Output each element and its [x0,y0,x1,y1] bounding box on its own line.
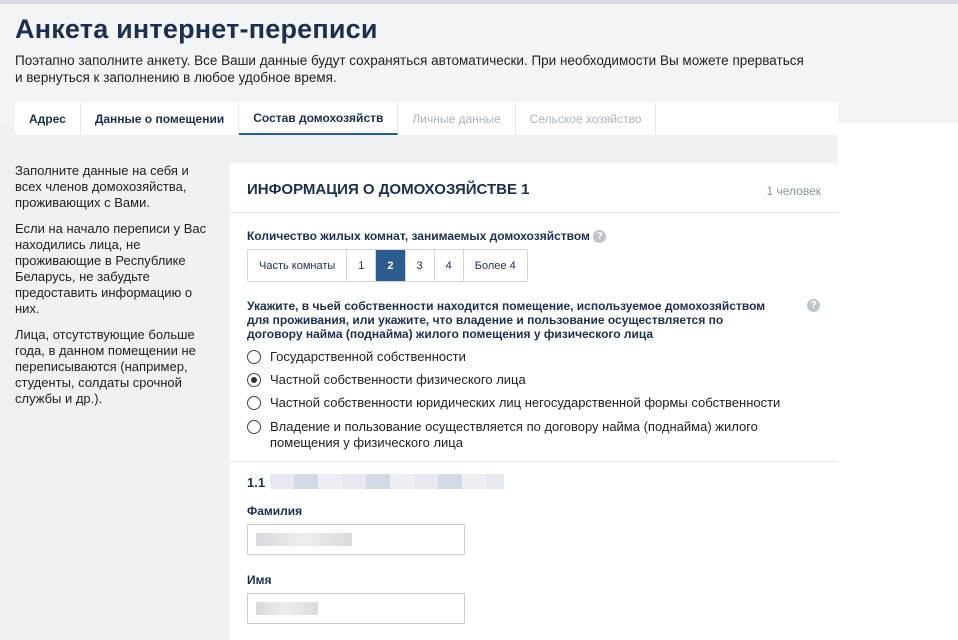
rooms-option-part[interactable]: Часть комнаты [248,250,348,281]
radio-button[interactable] [247,420,261,434]
tab-personal-data: Личные данные [398,102,516,135]
ownership-question: Укажите, в чьей собственности находится … [247,299,766,341]
rooms-question: Количество жилых комнат, занимаемых домо… [247,229,607,244]
sidebar-paragraph: Лица, отсутствующие больше года, в данно… [15,327,196,406]
radio-label: Государственной собственности [270,349,466,364]
rooms-question-text: Количество жилых комнат, занимаемых домо… [247,229,590,243]
ownership-option-private-legal[interactable]: Частной собственности юридических лиц не… [247,395,780,411]
redacted-person-name [270,474,504,489]
ownership-option-private-individual[interactable]: Частной собственности физического лица [247,372,526,388]
tab-agriculture: Сельское хозяйство [516,102,657,135]
rooms-option-3[interactable]: 3 [405,250,435,281]
persons-count: 1 человек [766,184,821,198]
radio-button[interactable] [247,350,261,364]
section-divider [230,461,838,462]
radio-button-selected[interactable] [247,373,261,387]
sidebar-instructions: Заполните данные на себя и всех членов д… [15,163,210,417]
card-title: ИНФОРМАЦИЯ О ДОМОХОЗЯЙСТВЕ 1 [247,181,530,198]
radio-label: Владение и пользование осуществляется по… [270,419,758,450]
rooms-selector: Часть комнаты 1 2 3 4 Более 4 [247,249,528,282]
household-card: ИНФОРМАЦИЯ О ДОМОХОЗЯЙСТВЕ 1 1 человек К… [230,163,838,640]
person-number: 1.1 [247,475,266,490]
intro-text: Поэтапно заполните анкету. Все Ваши данн… [15,53,804,85]
radio-label: Частной собственности физического лица [270,372,526,387]
tab-household-composition[interactable]: Состав домохозяйств [239,102,399,135]
name-label: Имя [247,573,272,587]
redacted-value [256,602,318,615]
tab-premises-data[interactable]: Данные о помещении [81,102,240,135]
tab-bar: Адрес Данные о помещении Состав домохозя… [15,102,838,135]
sidebar-paragraph: Если на начало переписи у Вас находились… [15,221,207,316]
rooms-option-2[interactable]: 2 [376,250,406,281]
rooms-option-more-4[interactable]: Более 4 [463,250,527,281]
radio-button[interactable] [247,396,261,410]
name-input[interactable] [247,593,465,624]
help-icon[interactable]: ? [807,299,820,312]
sidebar-paragraph: Заполните данные на себя и всех членов д… [15,163,189,210]
redacted-value [256,533,352,546]
surname-label: Фамилия [247,504,303,518]
help-icon[interactable]: ? [593,230,607,244]
rooms-option-4[interactable]: 4 [434,250,464,281]
tab-address[interactable]: Адрес [15,102,81,135]
card-header: ИНФОРМАЦИЯ О ДОМОХОЗЯЙСТВЕ 1 1 человек [230,163,838,213]
surname-input[interactable] [247,524,465,555]
ownership-option-state[interactable]: Государственной собственности [247,349,466,365]
page-title: Анкета интернет-переписи [15,14,378,44]
radio-label: Частной собственности юридических лиц не… [270,395,781,410]
ownership-option-lease[interactable]: Владение и пользование осуществляется по… [247,419,787,451]
rooms-option-1[interactable]: 1 [347,250,377,281]
